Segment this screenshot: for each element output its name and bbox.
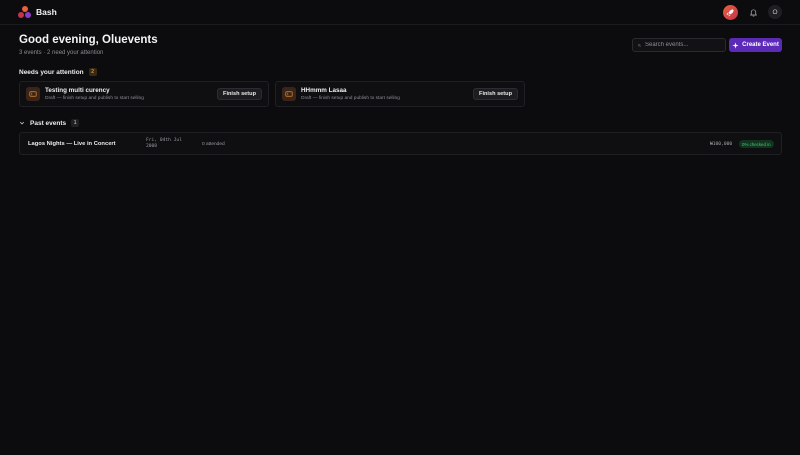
create-event-button[interactable]: Create Event xyxy=(729,38,782,52)
past-events-count-badge: 1 xyxy=(71,119,80,127)
search-input[interactable] xyxy=(645,42,720,48)
search-box[interactable] xyxy=(632,38,726,52)
logo-icon xyxy=(18,5,31,19)
sparkle-icon xyxy=(732,41,739,49)
attention-card-title: HHmmm Lasaa xyxy=(301,87,347,94)
attention-count-badge: 2 xyxy=(88,68,97,76)
create-event-label: Create Event xyxy=(742,42,779,48)
chevron-down-icon xyxy=(19,121,25,125)
event-date: Fri, 04th Jul 2008 xyxy=(146,138,182,149)
past-events-toggle[interactable]: Past events 1 xyxy=(19,119,80,127)
page-subtitle: 3 events · 2 need your attention xyxy=(19,50,104,56)
page-title: Good evening, Oluevents xyxy=(19,34,158,46)
event-attended: 0 attended xyxy=(202,142,225,147)
event-name: Lagos Nights — Live in Concert xyxy=(28,141,116,147)
attention-title: Needs your attention xyxy=(19,68,84,76)
attention-card-title: Testing multi curency xyxy=(45,87,110,94)
past-events-title: Past events xyxy=(30,119,67,127)
app-logo[interactable]: Bash xyxy=(18,5,57,19)
attention-card-subtitle: Draft — finish setup and publish to star… xyxy=(45,96,144,101)
ticket-icon xyxy=(282,87,296,101)
bell-icon[interactable] xyxy=(747,6,759,18)
event-price: ₦100,000 xyxy=(710,142,733,147)
checked-in-badge: 0% checked in xyxy=(739,140,774,148)
top-bar: Bash O xyxy=(0,0,800,25)
finish-setup-button[interactable]: Finish setup xyxy=(473,88,518,100)
table-row[interactable]: Lagos Nights — Live in Concert Fri, 04th… xyxy=(19,132,782,155)
app-name: Bash xyxy=(36,7,57,17)
ticket-icon xyxy=(26,87,40,101)
attention-card[interactable]: HHmmm Lasaa Draft — finish setup and pub… xyxy=(275,81,525,107)
rocket-icon[interactable] xyxy=(723,4,738,20)
search-icon xyxy=(638,43,641,47)
avatar[interactable]: O xyxy=(768,5,782,19)
greeting: Good evening, Oluevents 3 events · 2 nee… xyxy=(19,34,158,56)
attention-card[interactable]: Testing multi curency Draft — finish set… xyxy=(19,81,269,107)
attention-card-subtitle: Draft — finish setup and publish to star… xyxy=(301,96,400,101)
attention-heading: Needs your attention 2 xyxy=(19,68,97,76)
finish-setup-button[interactable]: Finish setup xyxy=(217,88,262,100)
